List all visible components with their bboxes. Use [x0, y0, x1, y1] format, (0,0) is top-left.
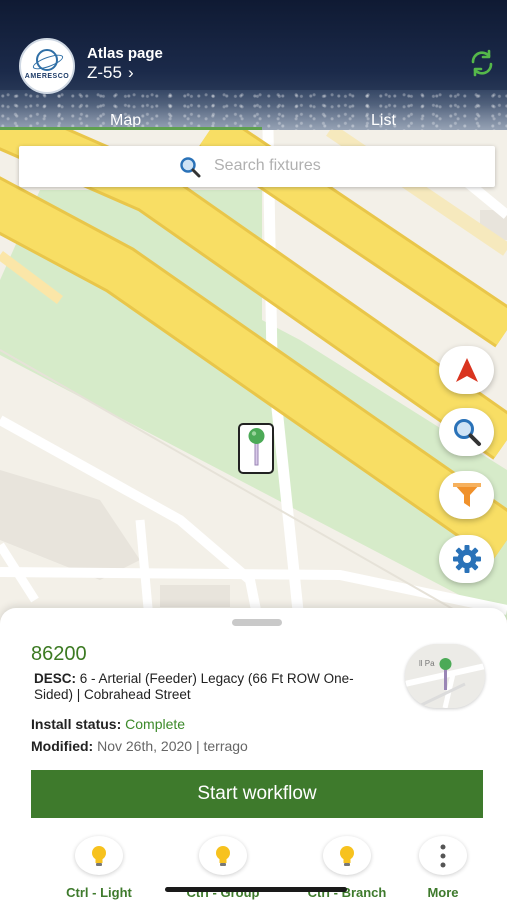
- modified-value: Nov 26th, 2020 | terrago: [97, 738, 248, 754]
- filter-icon: [452, 483, 481, 507]
- fixture-id: 86200: [31, 643, 87, 665]
- thumbnail-map: ll Pa: [405, 644, 485, 708]
- fixture-map-thumbnail[interactable]: ll Pa: [405, 644, 485, 708]
- globe-icon: [36, 48, 58, 71]
- nav-ctrl-light-circle: [75, 836, 123, 875]
- app-header: AMERESCO Atlas page Z-55 › Map List: [0, 0, 507, 130]
- map-canvas: [0, 130, 507, 630]
- nav-more[interactable]: More: [388, 836, 498, 900]
- sync-icon[interactable]: [467, 48, 497, 78]
- zoom-search-button[interactable]: [439, 408, 494, 456]
- company-logo: AMERESCO: [19, 38, 75, 94]
- search-input[interactable]: [214, 154, 484, 178]
- search-bar[interactable]: [19, 146, 495, 187]
- start-workflow-button[interactable]: Start workflow: [31, 770, 483, 818]
- lightbulb-icon: [216, 845, 230, 866]
- settings-button[interactable]: [439, 535, 494, 583]
- chevron-right-icon: ›: [127, 63, 134, 82]
- page-title: Atlas page: [87, 45, 163, 62]
- atlas-page-selector[interactable]: Z-55 ›: [87, 63, 134, 83]
- search-icon: [180, 157, 201, 178]
- install-status-value: Complete: [125, 716, 186, 732]
- desc-value: 6 - Arterial (Feeder) Legacy (66 Ft ROW …: [34, 671, 354, 702]
- settings-icon: [452, 545, 481, 573]
- home-indicator: [165, 887, 347, 892]
- zoom-search-icon: [453, 419, 481, 446]
- fixture-description: DESC: 6 - Arterial (Feeder) Legacy (66 F…: [34, 671, 374, 703]
- lightbulb-icon: [340, 845, 354, 866]
- lightbulb-icon: [92, 845, 106, 866]
- locate-me-button[interactable]: [439, 346, 494, 394]
- install-status-label: Install status:: [31, 716, 122, 732]
- map-pin-marker[interactable]: [238, 423, 274, 474]
- location-arrow-icon: [455, 358, 478, 382]
- install-status-row: Install status: Complete: [31, 716, 185, 732]
- logo-text: AMERESCO: [24, 72, 70, 80]
- modified-row: Modified: Nov 26th, 2020 | terrago: [31, 738, 248, 754]
- tab-list[interactable]: List: [371, 112, 396, 130]
- sheet-drag-handle[interactable]: [232, 619, 282, 626]
- desc-label: DESC:: [34, 671, 77, 686]
- pushpin-icon: [248, 428, 265, 466]
- nav-ctrl-light[interactable]: Ctrl - Light: [44, 836, 154, 900]
- more-vertical-icon: [440, 844, 446, 867]
- city-skyline-background: [0, 90, 507, 130]
- thumbnail-label: ll Pa: [419, 659, 435, 668]
- map-view[interactable]: [0, 130, 507, 630]
- nav-more-circle: [419, 836, 467, 875]
- fixture-detail-sheet: 86200 DESC: 6 - Arterial (Feeder) Legacy…: [0, 608, 507, 900]
- nav-more-label: More: [427, 885, 459, 900]
- nav-ctrl-group-circle: [199, 836, 247, 875]
- atlas-page-name: Z-55: [87, 63, 122, 82]
- filter-button[interactable]: [439, 471, 494, 519]
- nav-ctrl-branch-circle: [323, 836, 371, 875]
- nav-ctrl-light-label: Ctrl - Light: [66, 885, 132, 900]
- modified-label: Modified:: [31, 738, 94, 754]
